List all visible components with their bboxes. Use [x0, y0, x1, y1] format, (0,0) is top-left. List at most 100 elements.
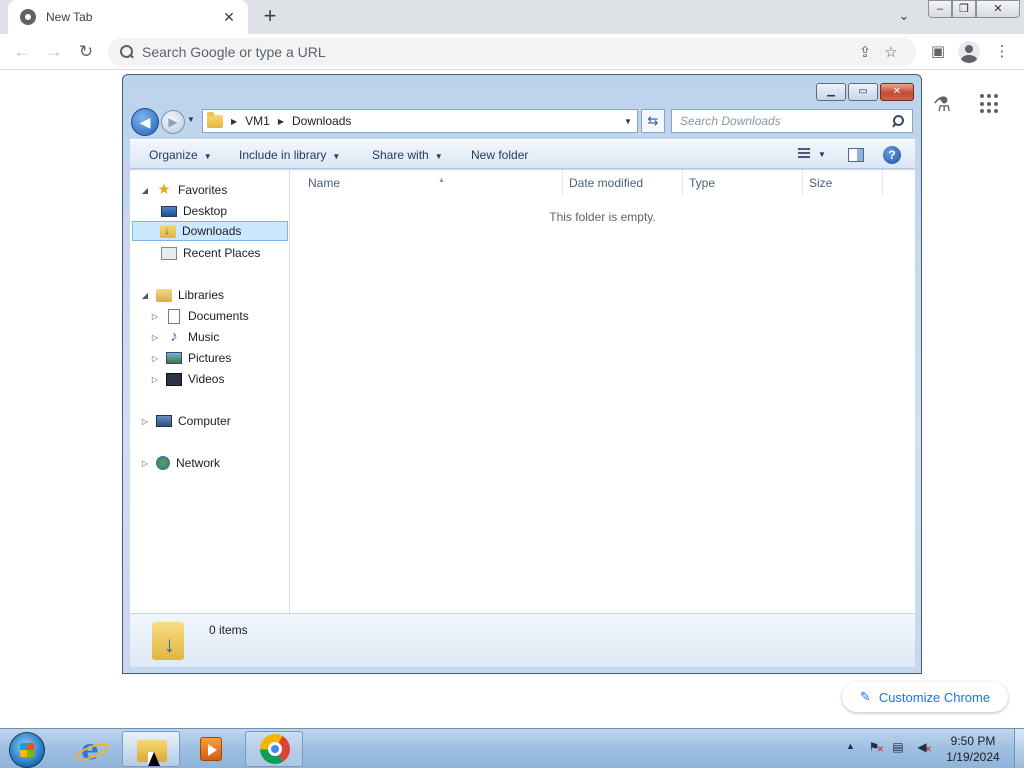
breadcrumb-downloads[interactable]: Downloads — [292, 114, 351, 128]
taskbar-google-chrome[interactable] — [245, 731, 303, 767]
tree-expanded-icon[interactable]: ◢ — [140, 291, 150, 300]
recent-places-icon — [161, 246, 177, 260]
labs-flask-icon[interactable]: ⚗ — [930, 92, 954, 116]
tab-close-icon[interactable]: ✕ — [220, 9, 238, 26]
window-close-button[interactable]: ✕ — [976, 0, 1020, 18]
sort-ascending-icon: ▲ — [438, 177, 445, 184]
action-center-flag-icon[interactable]: ⚑ ✕ — [866, 739, 884, 755]
chrome-toolbar: ← → ↻ Search Google or type a URL ⇪ ☆ ▣ … — [0, 34, 1024, 70]
nav-label: Recent Places — [183, 246, 261, 260]
profile-avatar-icon[interactable] — [958, 41, 980, 63]
recent-locations-dropdown[interactable]: ▼ — [187, 115, 197, 124]
column-header-name[interactable]: Name ▲ — [302, 170, 563, 196]
nav-item-recent-places[interactable]: Recent Places — [161, 243, 260, 263]
include-in-library-button[interactable]: Include in library ▼ — [239, 140, 340, 170]
address-bar[interactable]: ▶ VM1 ▶ Downloads ▼ — [202, 109, 638, 133]
reload-icon[interactable]: ↻ — [74, 40, 98, 64]
omnibox-placeholder[interactable]: Search Google or type a URL — [142, 44, 852, 60]
system-clock[interactable]: 9:50 PM 1/19/2024 — [936, 733, 1010, 765]
organize-label: Organize — [149, 148, 198, 162]
share-with-label: Share with — [372, 148, 429, 162]
window-restore-button[interactable]: ❐ — [952, 0, 976, 18]
nav-label: Downloads — [182, 224, 242, 238]
nav-label: Documents — [188, 309, 249, 323]
new-folder-button[interactable]: New folder — [471, 140, 528, 170]
back-arrow-icon[interactable]: ← — [10, 40, 34, 64]
nav-item-computer[interactable]: ▷ Computer — [140, 411, 231, 431]
google-chrome-icon — [260, 734, 290, 764]
show-desktop-button[interactable] — [1014, 729, 1024, 768]
tree-collapsed-icon[interactable]: ▷ — [140, 417, 150, 426]
chrome-tabstrip: New Tab ✕ + ⌄ ‒ ❐ ✕ — [0, 0, 1024, 34]
share-icon[interactable]: ⇪ — [852, 43, 878, 61]
explorer-minimize-button[interactable]: ▁ — [816, 83, 846, 101]
tab-new-tab[interactable]: New Tab ✕ — [8, 0, 248, 34]
volume-muted-icon[interactable]: ◀ ✕ — [914, 739, 932, 755]
google-apps-icon[interactable] — [980, 94, 1000, 114]
refresh-icon[interactable]: ⇆ — [641, 109, 665, 133]
change-view-icon[interactable] — [794, 148, 810, 161]
nav-item-pictures[interactable]: ▷ Pictures — [150, 348, 231, 368]
side-panel-icon[interactable]: ▣ — [926, 40, 950, 64]
nav-item-desktop[interactable]: Desktop — [161, 201, 227, 221]
omnibox[interactable]: Search Google or type a URL ⇪ ☆ — [108, 38, 916, 66]
help-icon[interactable]: ? — [883, 146, 901, 164]
explorer-maximize-button[interactable]: ▭ — [848, 83, 878, 101]
mouse-cursor-icon — [148, 752, 160, 766]
taskbar-media-player[interactable] — [182, 731, 240, 767]
nav-item-downloads[interactable]: Downloads — [132, 221, 288, 241]
breadcrumb-separator-icon[interactable]: ▶ — [278, 117, 284, 126]
forward-arrow-icon[interactable]: → — [42, 40, 66, 64]
nav-label: Computer — [178, 414, 231, 428]
share-with-button[interactable]: Share with ▼ — [372, 140, 443, 170]
tree-collapsed-icon[interactable]: ▷ — [150, 333, 160, 342]
taskbar-internet-explorer[interactable]: e — [60, 731, 118, 767]
column-header-size[interactable]: Size — [803, 170, 883, 196]
star-icon: ★ — [157, 181, 171, 198]
start-button[interactable] — [9, 732, 45, 768]
window-minimize-button[interactable]: ‒ — [928, 0, 952, 18]
organize-button[interactable]: Organize ▼ — [149, 140, 212, 170]
explorer-close-button[interactable]: ✕ — [880, 83, 914, 101]
network-icon — [156, 456, 170, 470]
column-label: Name — [308, 176, 341, 190]
nav-item-music[interactable]: ▷ ♪ Music — [150, 327, 219, 347]
tree-collapsed-icon[interactable]: ▷ — [140, 459, 150, 468]
chevron-down-icon: ▼ — [332, 152, 341, 161]
view-options-dropdown[interactable]: ▼ — [818, 140, 826, 170]
explorer-search-box[interactable]: Search Downloads — [671, 109, 913, 133]
show-hidden-icons-icon[interactable]: ▲ — [846, 741, 855, 751]
chrome-menu-icon[interactable]: ⋮ — [990, 40, 1014, 64]
column-header-date-modified[interactable]: Date modified — [563, 170, 683, 196]
nav-item-libraries[interactable]: ◢ Libraries — [140, 285, 224, 305]
new-tab-button[interactable]: + — [258, 4, 282, 28]
tree-collapsed-icon[interactable]: ▷ — [150, 312, 160, 321]
tree-collapsed-icon[interactable]: ▷ — [150, 354, 160, 363]
explorer-forward-button[interactable]: ▶ — [161, 110, 185, 134]
tree-collapsed-icon[interactable]: ▷ — [150, 375, 160, 384]
nav-item-videos[interactable]: ▷ Videos — [150, 369, 225, 389]
address-dropdown-icon[interactable]: ▼ — [619, 117, 637, 126]
explorer-back-button[interactable]: ◀ — [131, 108, 159, 136]
nav-item-network[interactable]: ▷ Network — [140, 453, 220, 473]
network-tray-icon[interactable]: ▤ — [890, 739, 906, 755]
breadcrumb-vm1[interactable]: VM1 — [245, 114, 270, 128]
search-icon — [120, 45, 134, 59]
bookmark-star-icon[interactable]: ☆ — [878, 43, 904, 61]
nav-label: Music — [188, 330, 220, 344]
nav-item-favorites[interactable]: ◢ ★ Favorites — [140, 180, 227, 200]
media-player-icon — [200, 737, 222, 761]
tab-search-icon[interactable]: ⌄ — [894, 8, 914, 26]
customize-chrome-button[interactable]: ✎ Customize Chrome — [842, 682, 1008, 712]
folder-icon — [207, 111, 223, 128]
explorer-search-input[interactable]: Search Downloads — [680, 114, 892, 128]
breadcrumb-separator-icon[interactable]: ▶ — [231, 117, 237, 126]
clock-time: 9:50 PM — [950, 734, 996, 748]
preview-pane-icon[interactable] — [848, 148, 864, 162]
column-header-type[interactable]: Type — [683, 170, 803, 196]
file-list[interactable]: Name ▲ Date modified Type Size This fold… — [290, 170, 915, 613]
clock-date: 1/19/2024 — [946, 750, 1000, 764]
nav-item-documents[interactable]: ▷ Documents — [150, 306, 249, 326]
tree-expanded-icon[interactable]: ◢ — [140, 186, 150, 195]
pictures-icon — [166, 352, 182, 364]
